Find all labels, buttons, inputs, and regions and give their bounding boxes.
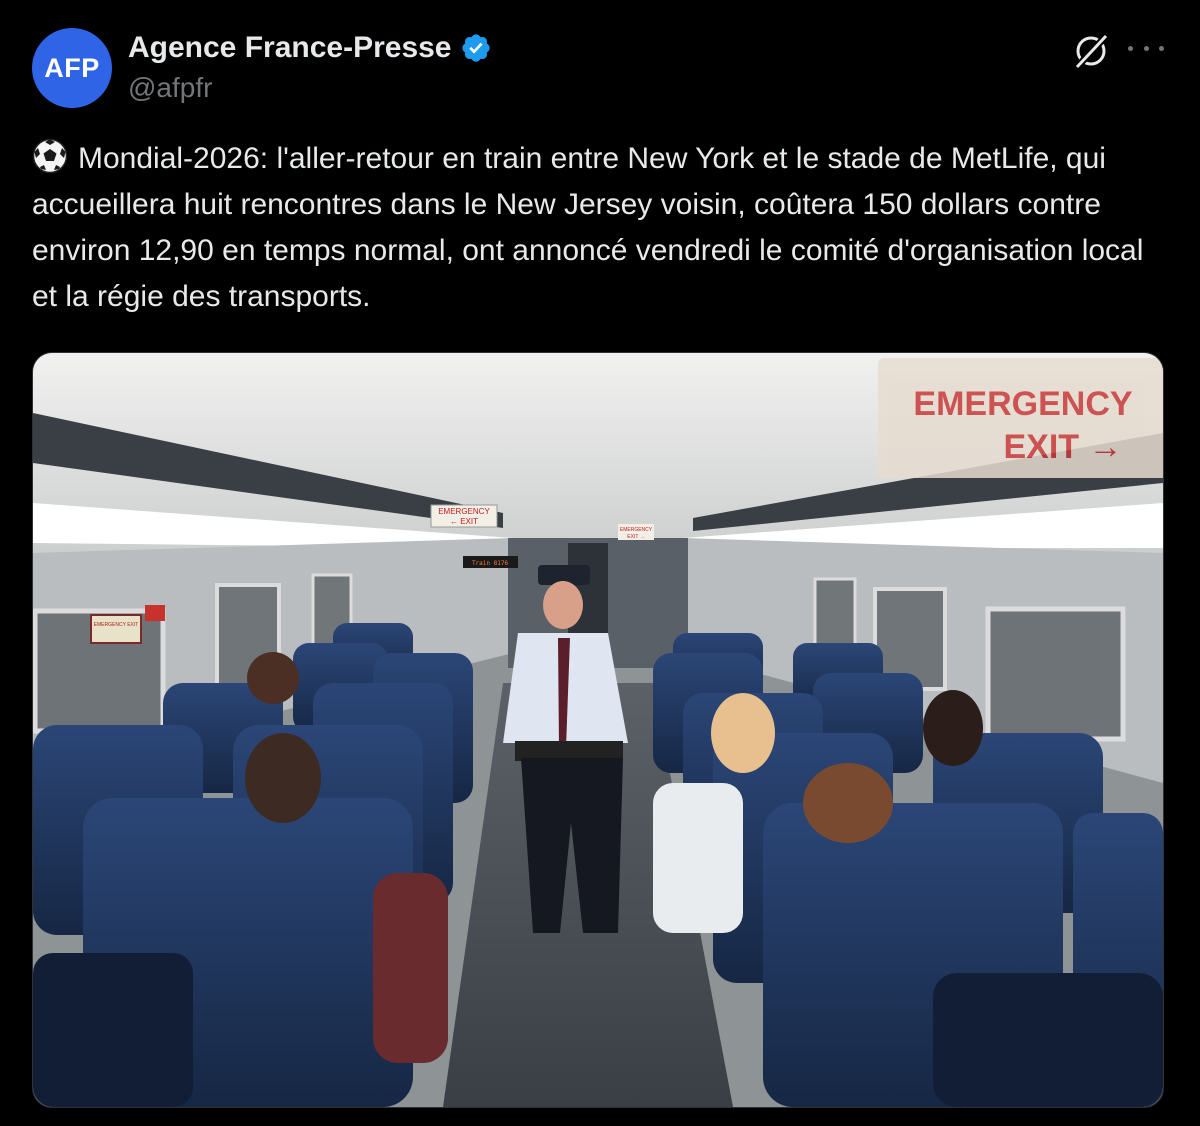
author-name-row[interactable]: Agence France-Presse (128, 28, 492, 68)
small-sign-line2: ← EXIT (450, 517, 478, 526)
small-sign-line1: EMERGENCY (438, 507, 490, 516)
destination-display-text: Train 8176 (472, 560, 509, 567)
verified-badge-icon (461, 34, 490, 62)
avatar-text: AFP (44, 52, 100, 83)
tweet-body: Mondial-2026: l'aller-retour en train en… (32, 142, 1144, 313)
more-options-icon[interactable] (1128, 36, 1164, 60)
train-interior-photo: Train 8176 EMERGENCY EXIT EMERGENCY ← EX… (33, 353, 1163, 1107)
grok-icon[interactable] (1070, 30, 1112, 72)
side-sign-text: EMERGENCY EXIT (94, 622, 139, 628)
tweet-text: Mondial-2026: l'aller-retour en train en… (32, 136, 1172, 320)
avatar[interactable]: AFP (32, 28, 112, 108)
soccer-ball-icon (32, 138, 68, 174)
tiny-sign-line2: EXIT → (627, 534, 644, 540)
author-handle[interactable]: @afpfr (128, 72, 212, 104)
big-sign-line1: EMERGENCY (913, 385, 1132, 423)
tiny-sign-line1: EMERGENCY (620, 527, 653, 533)
display-name[interactable]: Agence France-Presse (128, 31, 452, 65)
big-sign-line2: EXIT → (1003, 428, 1122, 466)
tweet-photo[interactable]: Train 8176 EMERGENCY EXIT EMERGENCY ← EX… (32, 352, 1164, 1108)
